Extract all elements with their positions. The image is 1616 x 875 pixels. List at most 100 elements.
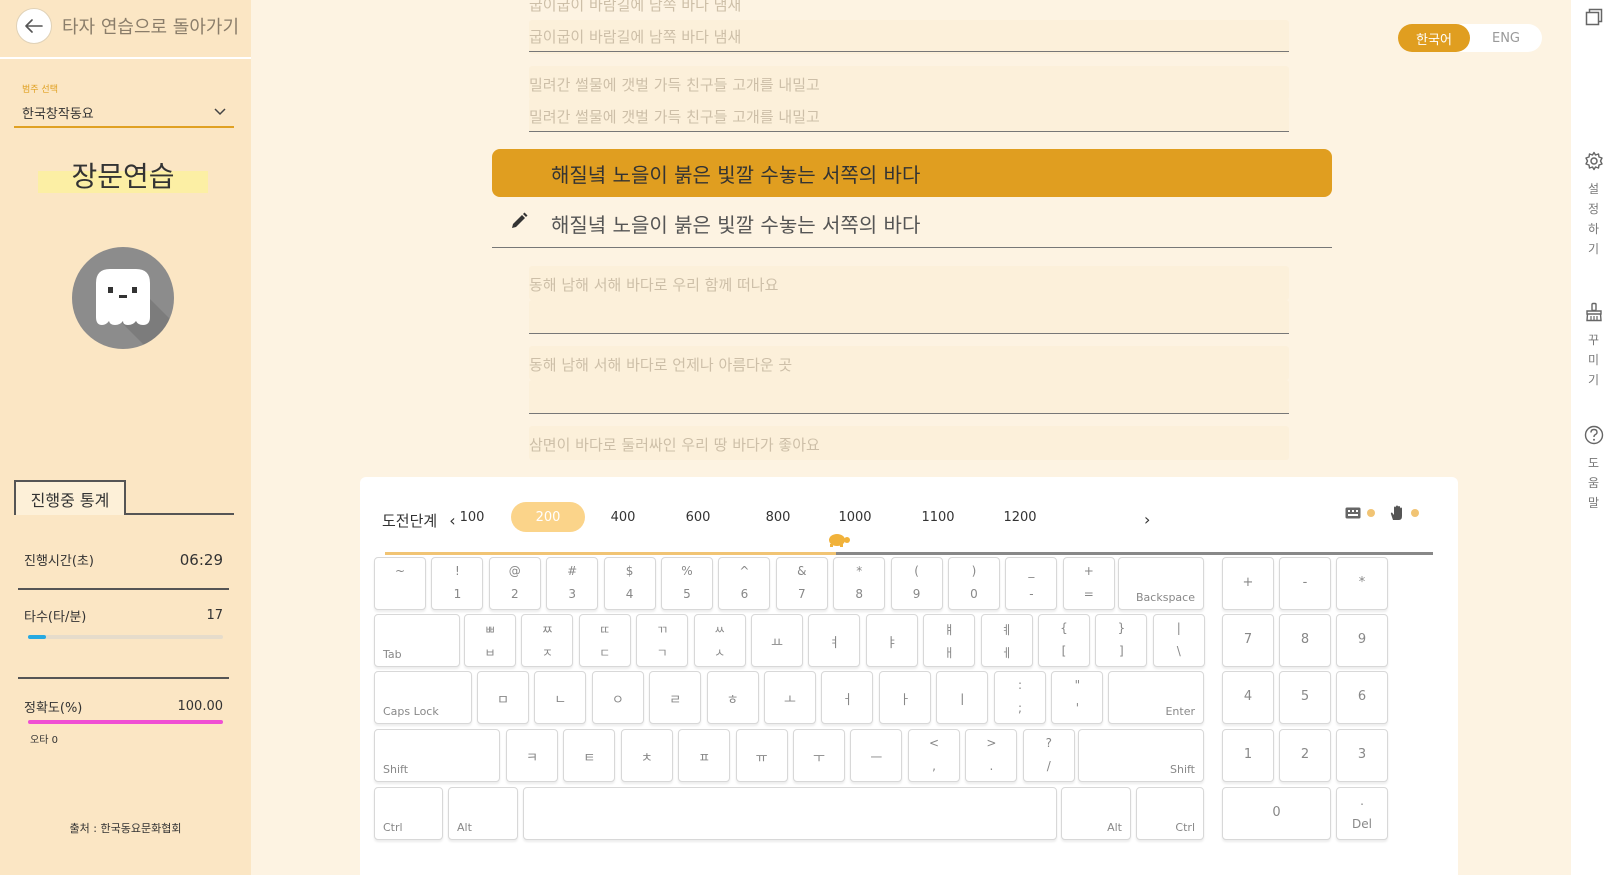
numpad-del[interactable]: . Del [1336, 787, 1388, 840]
key-row4-6[interactable]: ㅡ [850, 729, 903, 782]
level-next-icon[interactable]: › [1144, 505, 1150, 535]
key-row2-9[interactable]: ㅖㅔ [980, 614, 1033, 667]
key-row2-8[interactable]: ㅒㅐ [923, 614, 976, 667]
key-row2-7[interactable]: ㅑ [865, 614, 918, 667]
key-row3-3[interactable]: ㄹ [649, 671, 702, 724]
lang-korean[interactable]: 한국어 [1398, 24, 1470, 52]
keyboard-icon[interactable] [1345, 507, 1361, 519]
key-row3-0[interactable]: ㅁ [477, 671, 529, 724]
rail-decorate[interactable]: 꾸미기 [1571, 302, 1616, 390]
key-row3-2[interactable]: ㅇ [591, 671, 644, 724]
key-label: ㅛ [771, 636, 783, 651]
key-row2-5[interactable]: ㅛ [751, 614, 803, 667]
key-row3-6[interactable]: ㅓ [821, 671, 874, 724]
key-row4-3[interactable]: ㅍ [678, 729, 731, 782]
key-shift-left[interactable]: Shift [374, 729, 500, 782]
level-option-100[interactable]: 100 [448, 502, 496, 532]
key-row2-4[interactable]: ㅆㅅ [693, 614, 746, 667]
key-row2-6[interactable]: ㅕ [808, 614, 861, 667]
level-option-400[interactable]: 400 [596, 502, 650, 532]
key-row1-5[interactable]: % 5 [661, 557, 713, 610]
typing-input[interactable]: 해질녘 노을이 붉은 빛깔 수놓는 서쪽의 바다 [492, 200, 1332, 246]
key-row4-1[interactable]: ㅌ [563, 729, 616, 782]
lang-english[interactable]: ENG [1470, 24, 1542, 52]
numpad-op-1[interactable]: - [1279, 557, 1331, 610]
level-option-1100[interactable]: 1100 [906, 502, 970, 532]
rail-help[interactable]: 도움말 [1571, 425, 1616, 513]
key-ctrl-right[interactable]: Ctrl [1136, 787, 1204, 840]
key-row1-4[interactable]: $4 [603, 557, 656, 610]
key-row4-5[interactable]: ㅜ [793, 729, 845, 782]
window-toggle[interactable] [1571, 8, 1616, 26]
back-row[interactable]: 타자 연습으로 돌아가기 [16, 8, 239, 44]
key-row1-10[interactable]: ) 0 [948, 557, 1000, 610]
numpad-3[interactable]: 3 [1336, 729, 1388, 782]
key-row1-6[interactable]: ^ 6 [718, 557, 771, 610]
key-row1-9[interactable]: (9 [890, 557, 943, 610]
key-alt-right[interactable]: Alt [1061, 787, 1131, 840]
key-row1-11[interactable]: _ - [1005, 557, 1058, 610]
key-label: ㅁ [497, 693, 509, 708]
level-option-1200[interactable]: 1200 [988, 502, 1052, 532]
key-row3-punct-1[interactable]: " ' [1051, 671, 1104, 724]
key-row1-0[interactable]: ~ [374, 557, 426, 610]
key-alt-left[interactable]: Alt [448, 787, 518, 840]
rail-settings[interactable]: 설정하기 [1571, 151, 1616, 259]
key-backspace[interactable]: Backspace [1118, 557, 1204, 610]
key-row2-12[interactable]: | \ [1152, 614, 1205, 667]
key-row1-8[interactable]: * 8 [833, 557, 886, 610]
numpad-7[interactable]: 7 [1222, 614, 1274, 667]
key-ctrl-left[interactable]: Ctrl [374, 787, 443, 840]
key-row2-0[interactable]: ㅃㅂ [464, 614, 516, 667]
key-row3-1[interactable]: ㄴ [534, 671, 587, 724]
numpad-2[interactable]: 2 [1279, 729, 1331, 782]
key-row1-2[interactable]: @2 [488, 557, 541, 610]
key-tab[interactable]: Tab [374, 614, 460, 667]
key-row1-12[interactable]: + = [1062, 557, 1115, 610]
window-icon[interactable] [1585, 8, 1603, 26]
key-row4-punct-2[interactable]: ? / [1022, 729, 1075, 782]
numpad-4[interactable]: 4 [1222, 671, 1274, 724]
key-row4-punct-1[interactable]: >. [965, 729, 1018, 782]
key-row2-10[interactable]: {[ [1038, 614, 1090, 667]
level-option-600[interactable]: 600 [671, 502, 725, 532]
key-row2-3[interactable]: ㄲㄱ [636, 614, 689, 667]
numpad-5[interactable]: 5 [1279, 671, 1331, 724]
numpad-0[interactable]: 0 [1222, 787, 1331, 840]
key-row3-4[interactable]: ㅎ [706, 671, 759, 724]
key-row1-7[interactable]: & 7 [775, 557, 828, 610]
level-option-1000[interactable]: 1000 [823, 502, 887, 532]
level-option-200[interactable]: 200 [511, 502, 585, 532]
key-row4-punct-0[interactable]: <, [908, 729, 960, 782]
key-row3-7[interactable]: ㅏ [878, 671, 931, 724]
stats-tab[interactable]: 진행중 통계 [14, 480, 126, 515]
numpad-9[interactable]: 9 [1336, 614, 1388, 667]
category-select[interactable]: 한국창작동요 [14, 98, 234, 128]
hand-icon[interactable] [1389, 505, 1405, 521]
key-row4-0[interactable]: ㅋ [506, 729, 558, 782]
key-row1-1[interactable]: ! 1 [431, 557, 484, 610]
numpad-1[interactable]: 1 [1222, 729, 1274, 782]
category-value: 한국창작동요 [22, 106, 94, 122]
numpad-6[interactable]: 6 [1336, 671, 1388, 724]
key-enter[interactable]: Enter [1108, 671, 1204, 724]
key-row2-11[interactable]: }] [1095, 614, 1148, 667]
numpad-op-2[interactable]: * [1336, 557, 1388, 610]
key-row3-punct-0[interactable]: :; [994, 671, 1046, 724]
level-option-800[interactable]: 800 [751, 502, 805, 532]
key-row2-2[interactable]: ㄸㄷ [578, 614, 631, 667]
back-button[interactable] [16, 8, 52, 44]
key-row4-2[interactable]: ㅊ [620, 729, 673, 782]
numpad-op-0[interactable]: + [1222, 557, 1274, 610]
key-space[interactable] [523, 787, 1057, 840]
key-row1-3[interactable]: #3 [546, 557, 599, 610]
key-row3-8[interactable]: ㅣ [936, 671, 989, 724]
key-shift-right[interactable]: Shift [1078, 729, 1204, 782]
language-toggle[interactable]: 한국어 ENG [1398, 24, 1542, 52]
key-row4-4[interactable]: ㅠ [735, 729, 788, 782]
numpad-8[interactable]: 8 [1279, 614, 1331, 667]
back-label[interactable]: 타자 연습으로 돌아가기 [62, 13, 239, 39]
key-row3-5[interactable]: ㅗ [764, 671, 816, 724]
key-row2-1[interactable]: ㅉㅈ [521, 614, 574, 667]
key-capslock[interactable]: Caps Lock [374, 671, 472, 724]
